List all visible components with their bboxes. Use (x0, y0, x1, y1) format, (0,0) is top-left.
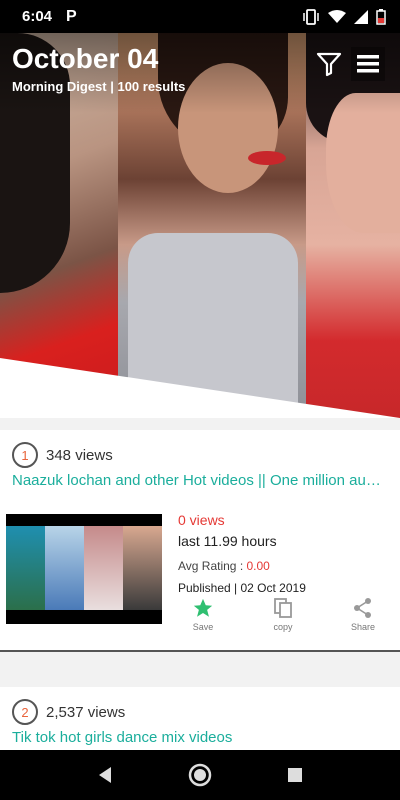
video-title-link[interactable]: Tik tok hot girls dance mix videos (12, 729, 387, 746)
recent-views: 0 views (178, 512, 225, 528)
save-label: Save (192, 622, 214, 632)
menu-icon (357, 55, 379, 73)
star-icon (193, 598, 213, 617)
menu-button[interactable] (351, 47, 385, 81)
system-nav-bar (0, 750, 400, 800)
time-window: last 11.99 hours (178, 533, 277, 549)
wifi-icon (328, 9, 346, 23)
copy-label: copy (273, 622, 293, 632)
page-title: October 04 (12, 43, 159, 74)
vibrate-icon (303, 8, 319, 25)
share-icon (354, 598, 371, 618)
result-card[interactable]: 1 348 views Naazuk lochan and other Hot … (0, 430, 400, 652)
app-notification-icon: P (66, 7, 77, 25)
result-card[interactable]: 2 2,537 views Tik tok hot girls dance mi… (0, 687, 400, 750)
recents-icon[interactable] (286, 766, 304, 784)
back-icon[interactable] (96, 766, 114, 784)
share-label: Share (350, 622, 376, 632)
battery-icon (376, 8, 386, 25)
status-bar: 6:04 P (0, 0, 400, 33)
filter-button[interactable] (312, 47, 346, 81)
video-title-link[interactable]: Naazuk lochan and other Hot videos || On… (12, 472, 387, 489)
status-time: 6:04 (22, 8, 53, 25)
avg-rating: Avg Rating : 0.00 (178, 559, 270, 573)
share-button[interactable]: Share (338, 596, 388, 632)
page-subtitle: Morning Digest | 100 results (12, 79, 186, 94)
video-thumbnail[interactable] (6, 514, 162, 624)
save-button[interactable]: Save (178, 596, 228, 632)
rank-badge: 2 (12, 699, 38, 725)
hero-banner[interactable]: October 04 Morning Digest | 100 results (0, 33, 400, 418)
home-icon[interactable] (187, 762, 213, 788)
rank-badge: 1 (12, 442, 38, 468)
signal-icon (354, 9, 368, 24)
total-views: 348 views (46, 446, 113, 464)
copy-icon (274, 598, 292, 618)
total-views: 2,537 views (46, 703, 126, 721)
published-date: Published | 02 Oct 2019 (178, 581, 306, 595)
copy-button[interactable]: copy (258, 596, 308, 632)
filter-icon (316, 52, 342, 77)
